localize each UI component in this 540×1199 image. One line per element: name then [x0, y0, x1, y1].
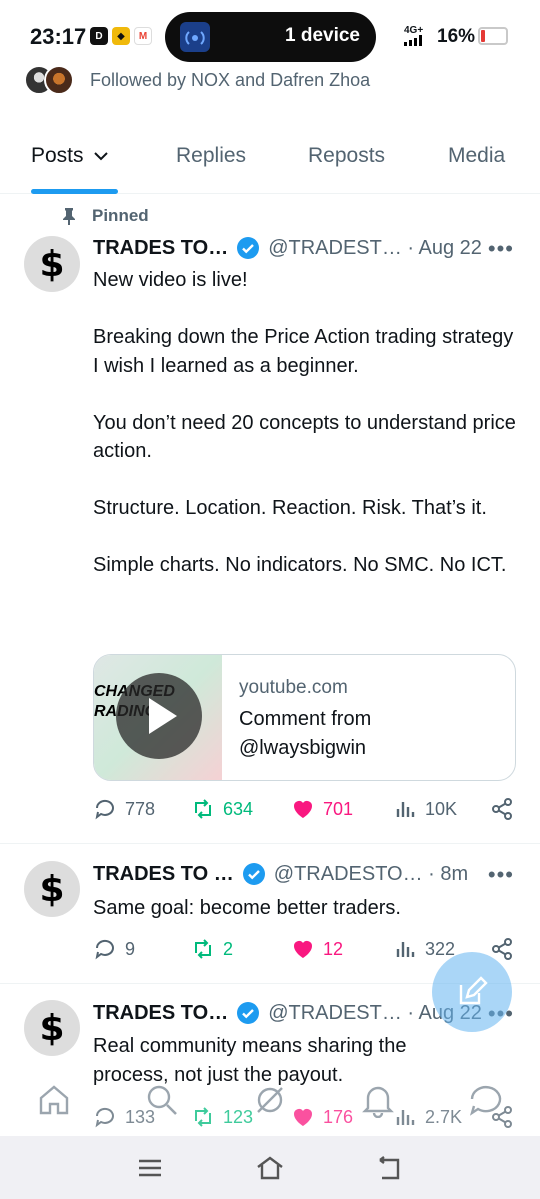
post-header: TRADES TO … @TRADESTO… · 8m: [93, 862, 468, 886]
avatar[interactable]: $: [24, 236, 80, 292]
followed-by-text: Followed by NOX and Dafren Zhoa: [90, 69, 371, 90]
reply-button[interactable]: 778: [93, 797, 155, 821]
views-icon: [396, 802, 415, 817]
search-icon[interactable]: [144, 1082, 180, 1118]
battery-icon: [478, 27, 508, 45]
tab-reposts[interactable]: Reposts: [308, 144, 385, 168]
author-handle: @TRADEST… · Aug 22: [268, 236, 482, 259]
reply-count: 9: [125, 938, 136, 959]
verified-badge-icon: [237, 237, 260, 259]
chevron-down-icon: [93, 152, 108, 161]
video-thumbnail[interactable]: CHANGED RADING: [94, 655, 222, 780]
reply-icon: [95, 799, 114, 820]
recent-apps-icon[interactable]: [136, 1154, 164, 1182]
repost-icon: [195, 939, 211, 959]
post-actions: 778 634 701 10K: [93, 797, 516, 827]
heart-icon: [294, 941, 312, 958]
view-count: 322: [425, 938, 456, 959]
verified-badge-icon: [237, 1002, 260, 1024]
share-icon: [492, 798, 512, 820]
link-card[interactable]: CHANGED RADING youtube.com Comment from …: [93, 654, 516, 781]
verified-badge-icon: [242, 863, 265, 885]
card-domain: youtube.com: [239, 677, 348, 698]
play-icon[interactable]: [116, 673, 202, 759]
broadcast-icon: [180, 22, 210, 52]
repost-button[interactable]: 2: [191, 937, 233, 961]
share-button[interactable]: [490, 797, 514, 821]
author-name[interactable]: TRADES TO…: [93, 237, 228, 260]
like-button[interactable]: 701: [291, 797, 353, 821]
tab-replies[interactable]: Replies: [176, 144, 246, 168]
avatar[interactable]: $: [24, 861, 80, 917]
author-handle: @TRADESTO… · 8m: [273, 862, 469, 885]
tab-media[interactable]: Media: [448, 144, 505, 168]
like-count: 701: [323, 798, 354, 819]
battery-percent: 16%: [437, 26, 476, 47]
author-name[interactable]: TRADES TO …: [93, 863, 234, 886]
bottom-navigation: [0, 1082, 540, 1138]
post-header: TRADES TO… @TRADEST… · Aug 22: [93, 1001, 482, 1025]
avatar[interactable]: $: [24, 1000, 80, 1056]
home-icon[interactable]: [36, 1082, 72, 1118]
follower-avatar: [44, 65, 74, 95]
app-notification-icon: D: [90, 27, 108, 45]
repost-count: 2: [223, 938, 234, 959]
island-text: 1 device: [285, 25, 360, 46]
gmail-icon: M: [134, 27, 152, 45]
compose-button[interactable]: [432, 952, 512, 1032]
card-title: Comment from @lwaysbigwin: [239, 708, 372, 759]
like-count: 12: [323, 938, 344, 959]
reply-button[interactable]: 9: [93, 937, 135, 961]
more-options-icon[interactable]: •••: [488, 236, 514, 262]
tab-label: Posts: [31, 144, 84, 167]
system-navigation-bar: [0, 1136, 540, 1199]
views-button[interactable]: 322: [393, 937, 455, 961]
signal-icon: 4G+: [404, 26, 430, 48]
repost-button[interactable]: 634: [191, 797, 253, 821]
more-options-icon[interactable]: •••: [488, 862, 514, 888]
post-text: New video is live! Breaking down the Pri…: [93, 269, 516, 576]
followed-by[interactable]: Followed by NOX and Dafren Zhoa: [24, 64, 370, 96]
post-text: Real community means sharing the process…: [93, 1035, 407, 1086]
post-text: Same goal: become better traders.: [93, 897, 401, 919]
views-button[interactable]: 10K: [393, 797, 457, 821]
views-icon: [396, 942, 415, 957]
reply-icon: [95, 939, 114, 960]
messages-icon[interactable]: [468, 1082, 504, 1118]
repost-icon: [195, 799, 211, 819]
heart-icon: [294, 801, 312, 818]
profile-tabs: Posts Replies Reposts Media: [0, 130, 540, 194]
post-header: TRADES TO… @TRADEST… · Aug 22: [93, 236, 482, 260]
reply-count: 778: [125, 798, 156, 819]
status-bar: 23:17 D ◆ M 1 device 4G+ 16%: [0, 0, 540, 70]
like-button[interactable]: 12: [291, 937, 343, 961]
dynamic-island[interactable]: 1 device: [165, 12, 376, 62]
author-name[interactable]: TRADES TO…: [93, 1002, 228, 1025]
tab-posts[interactable]: Posts: [31, 144, 110, 168]
compose-icon: [459, 976, 488, 1005]
grok-icon[interactable]: [252, 1082, 288, 1118]
tab-indicator: [31, 189, 118, 194]
notification-icons: D ◆ M: [90, 27, 152, 45]
home-button-icon[interactable]: [256, 1154, 284, 1182]
status-time: 23:17: [30, 24, 87, 49]
back-icon[interactable]: [376, 1154, 404, 1182]
repost-count: 634: [223, 798, 254, 819]
view-count: 10K: [425, 798, 458, 819]
bell-icon[interactable]: [360, 1082, 396, 1118]
binance-icon: ◆: [112, 27, 130, 45]
